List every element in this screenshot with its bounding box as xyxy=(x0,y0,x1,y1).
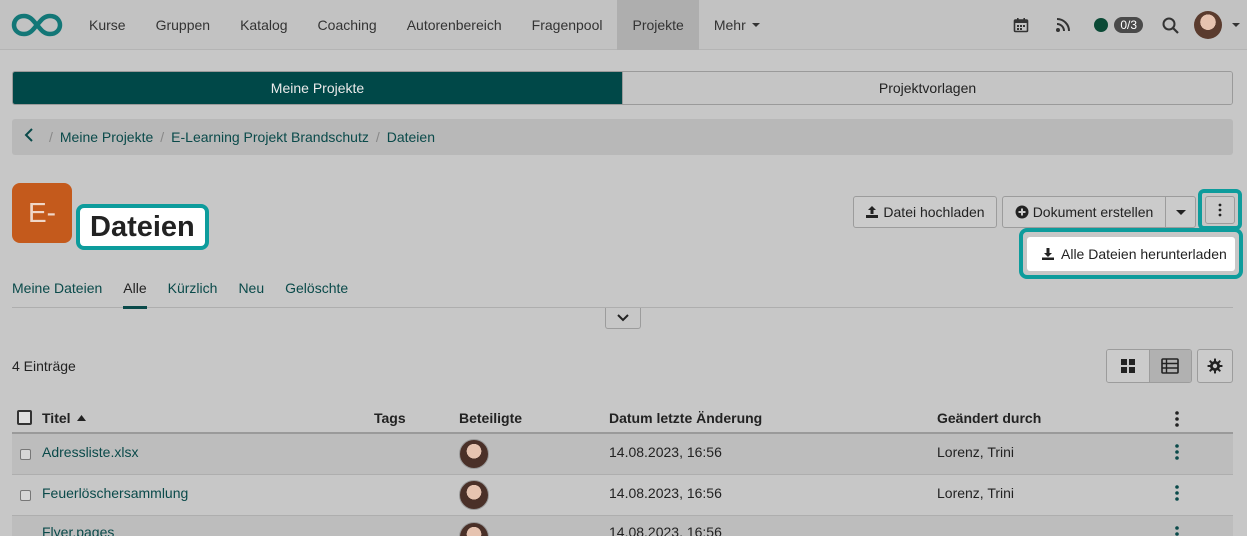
file-title-link[interactable]: Adressliste.xlsx xyxy=(42,444,138,460)
column-header-titel[interactable]: Titel xyxy=(42,410,87,426)
upload-file-label: Datei hochladen xyxy=(883,204,985,220)
upload-file-button[interactable]: Datei hochladen xyxy=(853,196,997,228)
row-actions-kebab-icon[interactable] xyxy=(1172,483,1182,503)
breadcrumb-separator: / xyxy=(375,129,380,145)
search-icon[interactable] xyxy=(1153,0,1187,50)
tab-geloeschte[interactable]: Gelöschte xyxy=(285,276,348,308)
file-title-link[interactable]: Feuerlöschersammlung xyxy=(42,485,188,501)
project-segment-control: Meine Projekte Projektvorlagen xyxy=(12,71,1233,105)
download-all-label: Alle Dateien herunterladen xyxy=(1061,246,1227,262)
nav-mehr-label: Mehr xyxy=(713,16,746,33)
create-document-label: Dokument erstellen xyxy=(1032,204,1154,220)
grid-icon xyxy=(1120,359,1135,373)
sort-asc-icon xyxy=(77,415,87,421)
modified-by: Lorenz, Trini xyxy=(937,444,1015,460)
calendar-icon[interactable] xyxy=(1000,0,1042,50)
download-icon xyxy=(1042,248,1054,260)
modified-by: Lorenz, Trini xyxy=(937,485,1015,501)
column-header-tags: Tags xyxy=(374,410,406,426)
nav-item-projekte[interactable]: Projekte xyxy=(617,0,699,50)
grid-view-button[interactable] xyxy=(1107,350,1149,382)
tab-meine-dateien[interactable]: Meine Dateien xyxy=(12,276,102,308)
avatar xyxy=(459,522,489,536)
upload-icon xyxy=(866,206,879,218)
list-view-button[interactable] xyxy=(1148,350,1191,382)
chevron-down-icon xyxy=(1175,209,1186,215)
file-title-link[interactable]: Flyer.pages xyxy=(42,524,114,536)
nav-item-fragenpool[interactable]: Fragenpool xyxy=(517,0,618,50)
table-row: Adressliste.xlsx 14.08.2023, 16:56 Loren… xyxy=(12,434,1233,475)
tab-kuerzlich[interactable]: Kürzlich xyxy=(168,276,218,308)
status-dot-icon xyxy=(1094,18,1109,32)
rss-icon[interactable] xyxy=(1042,0,1084,50)
modified-date: 14.08.2023, 16:56 xyxy=(609,444,722,460)
view-toggle xyxy=(1106,349,1192,383)
row-actions-kebab-icon[interactable] xyxy=(1172,524,1182,536)
tab-meine-projekte[interactable]: Meine Projekte xyxy=(13,72,622,104)
nav-item-katalog[interactable]: Katalog xyxy=(225,0,302,50)
column-header-geaendert-durch[interactable]: Geändert durch xyxy=(937,410,1041,426)
kebab-icon xyxy=(1218,203,1222,217)
table-row: Feuerlöschersammlung 14.08.2023, 16:56 L… xyxy=(12,475,1233,516)
back-chevron-icon[interactable] xyxy=(24,127,42,147)
column-titel-label: Titel xyxy=(42,410,71,426)
entry-count: 4 Einträge xyxy=(12,358,76,374)
notification-badge: 0/3 xyxy=(1114,17,1143,33)
breadcrumb-meine-projekte[interactable]: Meine Projekte xyxy=(60,129,153,145)
avatar xyxy=(459,439,489,469)
chevron-down-icon xyxy=(1232,23,1240,27)
column-options-kebab-icon[interactable] xyxy=(1172,409,1182,429)
chevron-down-icon xyxy=(617,314,629,322)
plus-circle-icon xyxy=(1015,205,1029,219)
top-navigation: Kurse Gruppen Katalog Coaching Autorenbe… xyxy=(0,0,1247,50)
row-checkbox[interactable] xyxy=(20,490,31,501)
nav-item-gruppen[interactable]: Gruppen xyxy=(141,0,225,50)
presence-status[interactable]: 0/3 xyxy=(1084,0,1153,50)
project-icon: E- xyxy=(12,183,72,243)
tab-neu[interactable]: Neu xyxy=(238,276,264,308)
nav-item-coaching[interactable]: Coaching xyxy=(303,0,392,50)
row-actions-kebab-icon[interactable] xyxy=(1172,442,1182,462)
user-menu[interactable] xyxy=(1187,0,1247,50)
breadcrumb-separator: / xyxy=(160,129,165,145)
more-actions-highlight xyxy=(1198,189,1242,230)
tab-alle[interactable]: Alle xyxy=(123,276,148,309)
table-row: Flyer.pages 14.08.2023, 16:56 xyxy=(12,516,1233,536)
column-header-beteiligte: Beteiligte xyxy=(459,410,523,426)
row-checkbox[interactable] xyxy=(20,449,31,460)
nav-item-kurse[interactable]: Kurse xyxy=(74,0,141,50)
page-title: Dateien xyxy=(76,204,209,250)
column-header-datum[interactable]: Datum letzte Änderung xyxy=(609,410,762,426)
list-icon xyxy=(1161,358,1180,374)
modified-date: 14.08.2023, 16:56 xyxy=(609,485,722,501)
breadcrumb-dateien[interactable]: Dateien xyxy=(387,129,435,145)
avatar xyxy=(459,480,489,510)
download-all-files-item[interactable]: Alle Dateien herunterladen xyxy=(1027,237,1235,271)
tab-projektvorlagen[interactable]: Projektvorlagen xyxy=(622,72,1232,104)
select-all-checkbox[interactable] xyxy=(17,410,32,425)
table-settings-button[interactable] xyxy=(1197,349,1233,383)
avatar xyxy=(1194,11,1222,39)
openolat-logo-icon[interactable] xyxy=(0,0,74,50)
file-filter-tabs: Meine Dateien Alle Kürzlich Neu Gelöscht… xyxy=(12,276,1233,309)
breadcrumb: / Meine Projekte / E-Learning Projekt Br… xyxy=(12,119,1233,155)
breadcrumb-project[interactable]: E-Learning Projekt Brandschutz xyxy=(171,129,369,145)
gear-icon xyxy=(1207,358,1223,374)
nav-item-autorenbereich[interactable]: Autorenbereich xyxy=(392,0,517,50)
download-menu-highlight: Alle Dateien herunterladen xyxy=(1019,228,1243,279)
create-document-dropdown[interactable] xyxy=(1165,196,1196,228)
nav-item-mehr[interactable]: Mehr xyxy=(699,0,775,50)
breadcrumb-separator: / xyxy=(49,129,53,145)
chevron-down-icon xyxy=(751,22,760,27)
more-actions-button[interactable] xyxy=(1205,196,1235,224)
modified-date: 14.08.2023, 16:56 xyxy=(609,524,722,536)
expand-filters-button[interactable] xyxy=(605,308,641,329)
table-header: Titel Tags Beteiligte Datum letzte Änder… xyxy=(12,400,1233,434)
create-document-button[interactable]: Dokument erstellen xyxy=(1002,196,1166,228)
